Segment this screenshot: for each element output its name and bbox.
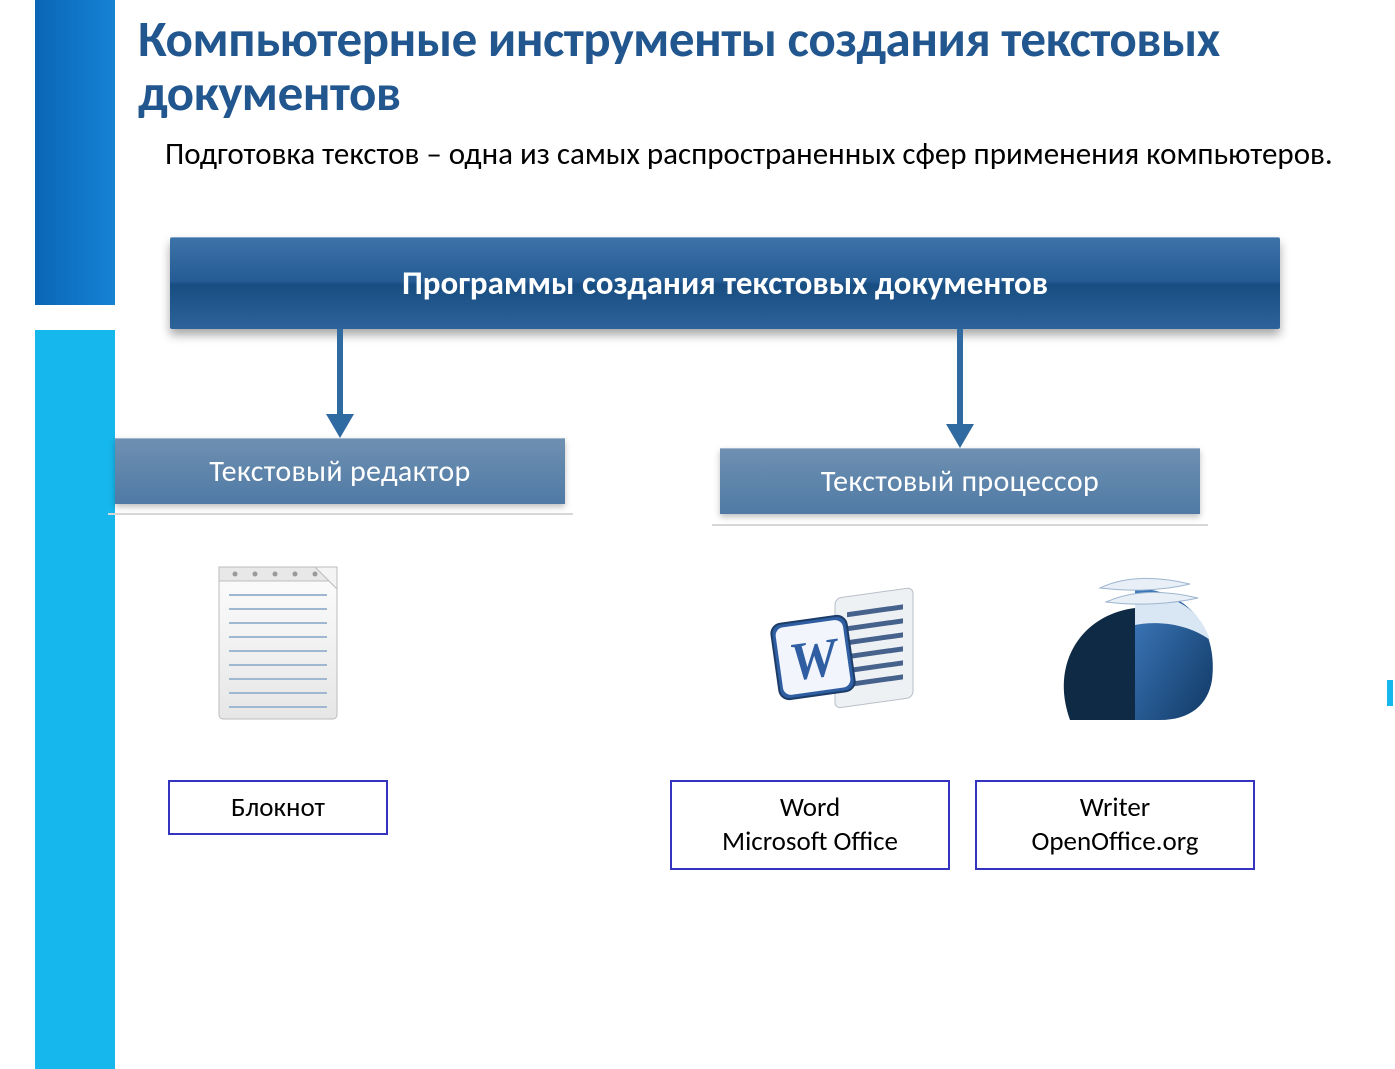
label-word-line2: Microsoft Office	[722, 825, 898, 859]
openoffice-icon	[1040, 570, 1220, 740]
notepad-icon	[210, 552, 345, 727]
slide-lead: Подготовка текстов – одна из самых распр…	[165, 135, 1365, 173]
banner-programs: Программы создания текстовых документов	[170, 237, 1280, 329]
sidebar-accent-bottom	[35, 330, 115, 1069]
label-notepad: Блокнот	[168, 780, 388, 835]
label-notepad-line1: Блокнот	[231, 791, 325, 825]
edge-mark	[1387, 680, 1393, 706]
label-writer: Writer OpenOffice.org	[975, 780, 1255, 870]
label-writer-line2: OpenOffice.org	[1031, 825, 1198, 859]
heading-word-processor: Текстовый процессор	[720, 448, 1200, 514]
label-writer-line1: Writer	[1080, 791, 1150, 825]
heading-text-editor: Текстовый редактор	[115, 438, 565, 504]
underline-left	[108, 513, 573, 515]
msword-icon: W	[760, 570, 930, 740]
label-word: Word Microsoft Office	[670, 780, 950, 870]
slide-title: Компьютерные инструменты создания тексто…	[138, 12, 1378, 119]
label-word-line1: Word	[780, 791, 840, 825]
sidebar-accent-top	[35, 0, 115, 305]
underline-right	[712, 524, 1208, 526]
